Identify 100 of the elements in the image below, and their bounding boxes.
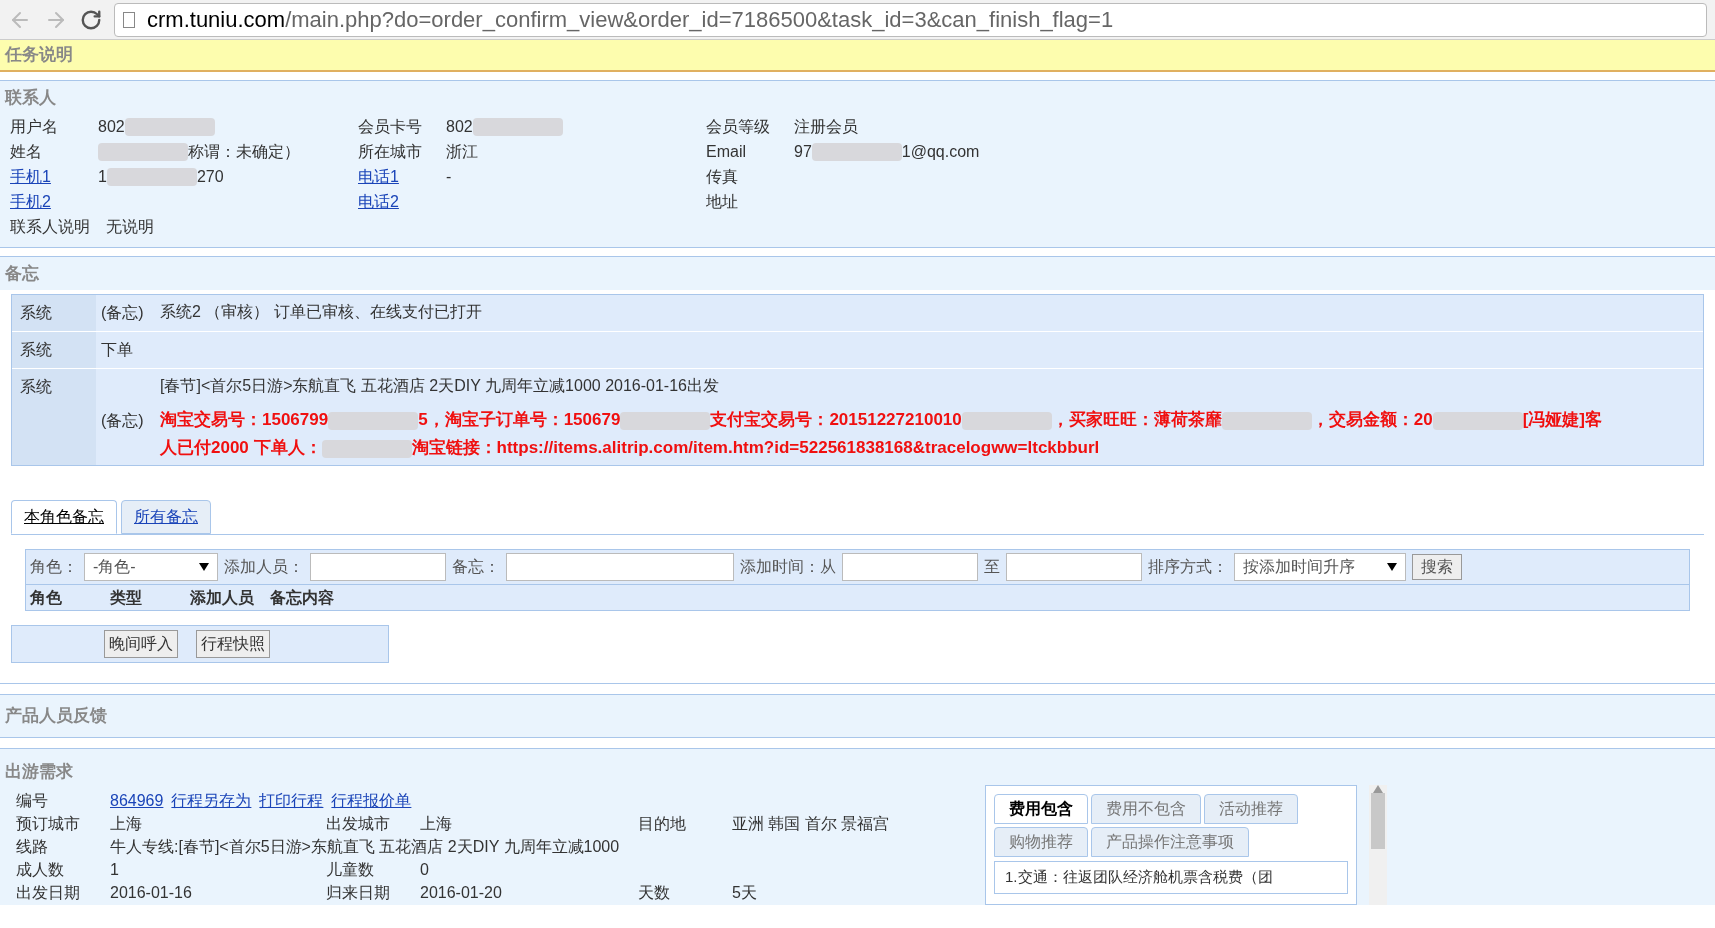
memo-tab[interactable]: 所有备忘	[121, 500, 211, 534]
field-label: 预订城市	[16, 813, 81, 834]
text: 浙江	[446, 142, 478, 162]
fee-tab[interactable]: 费用包含	[994, 794, 1088, 824]
url-host: crm.tuniu.com	[147, 6, 286, 34]
field-value: 5天	[732, 882, 757, 903]
field-label: 传真	[706, 167, 739, 187]
field-label: 联系人说明	[10, 216, 90, 237]
text: 1@qq.com	[901, 142, 980, 162]
field-label: 用户名	[10, 117, 59, 137]
section-title: 产品人员反馈	[4, 704, 108, 728]
field-link[interactable]: 手机1	[10, 165, 98, 189]
field-value: 上海	[110, 813, 142, 834]
section-title: 任务说明	[3, 43, 74, 67]
field-label: 至	[984, 557, 1000, 577]
text: [冯娅婕]客	[1522, 410, 1602, 429]
field-label: 添加时间：从	[740, 557, 836, 577]
text: 270	[196, 167, 224, 187]
text: 1	[98, 167, 107, 187]
section-title: 联系人	[3, 86, 57, 109]
page-icon	[123, 11, 135, 28]
action-button[interactable]: 行程快照	[196, 630, 270, 658]
column-header: 添加人员	[190, 587, 255, 608]
field-value: 2016-01-20	[420, 882, 502, 903]
memo-tag: (备忘)	[101, 304, 144, 321]
field-link[interactable]: 手机2	[10, 190, 98, 214]
field-label: 排序方式：	[1148, 557, 1228, 577]
fee-tab[interactable]: 费用不包含	[1091, 794, 1201, 824]
memo-author: 系统	[12, 332, 96, 368]
field-label: 会员卡号	[358, 117, 423, 137]
action-button[interactable]: 晚间呼入	[104, 630, 178, 658]
input-field[interactable]	[842, 553, 978, 581]
sort-select[interactable]: 按添加时间升序	[1234, 553, 1406, 581]
column-header: 角色	[30, 587, 63, 608]
field-label: 所在城市	[358, 142, 423, 162]
fee-tab[interactable]: 活动推荐	[1204, 794, 1298, 824]
text: 注册会员	[794, 117, 858, 137]
fee-text: 1.交通：往返团队经济舱机票含税费（团	[994, 861, 1348, 894]
text: 97	[794, 142, 812, 162]
memo-author: 系统	[12, 295, 96, 331]
fee-tab[interactable]: 产品操作注意事项	[1091, 827, 1249, 857]
section-title: 出游需求	[4, 760, 74, 783]
role-select[interactable]: -角色-	[84, 553, 218, 581]
field-label: 备忘：	[452, 557, 500, 577]
trip-link[interactable]: 打印行程	[259, 788, 324, 812]
input-field[interactable]	[506, 553, 734, 581]
text: 淘宝链接：https://items.alitrip.com/item.htm?id=522561838168&tracelogww=ltckbburl	[411, 438, 1100, 457]
field-label: 线路	[16, 836, 49, 857]
dropdown-icon	[199, 563, 209, 571]
field-link[interactable]: 电话2	[358, 190, 446, 214]
field-label: 出发城市	[326, 813, 391, 834]
memo-tab[interactable]: 本角色备忘	[11, 500, 117, 534]
address-bar[interactable]: crm.tuniu.com/main.php?do=order_confirm_view&order_id=7186500&task_id=3&can_finish_flag=1	[114, 2, 1707, 37]
search-button[interactable]: 搜索	[1412, 554, 1462, 580]
memo-author: 系统	[12, 369, 96, 465]
url-path: /main.php?do=order_confirm_view&order_id=7186500&task_id=3&can_finish_flag=1	[285, 6, 1114, 34]
field-label: 编号	[16, 790, 49, 811]
scrollbar[interactable]	[1369, 785, 1387, 905]
order-id-link[interactable]: 864969	[110, 788, 164, 812]
text: 淘宝交易号：1506799	[160, 410, 329, 429]
trip-link[interactable]: 行程另存为	[171, 788, 252, 812]
text: 802	[98, 117, 125, 137]
text: [春节]<首尔5日游>东航直飞 五花酒店 2天DIY 九周年立减1000 2016-01-16出发	[160, 377, 719, 394]
field-value: 1	[110, 859, 119, 880]
text: 802	[446, 117, 473, 137]
trip-link[interactable]: 行程报价单	[331, 788, 412, 812]
text: ，交易金额：20	[1311, 410, 1433, 429]
column-header: 备忘内容	[270, 587, 335, 608]
field-label: 出发日期	[16, 882, 81, 903]
field-value: 上海	[420, 813, 452, 834]
field-label: 添加人员：	[224, 557, 304, 577]
field-label: 会员等级	[706, 117, 771, 137]
field-value: 无说明	[106, 216, 154, 237]
section-title: 备忘	[4, 261, 40, 285]
input-field[interactable]	[310, 553, 446, 581]
field-label: 儿童数	[326, 859, 375, 880]
field-label: 归来日期	[326, 882, 391, 903]
field-value: 2016-01-16	[110, 882, 192, 903]
text: 系统2 （审核） 订单已审核、在线支付已打开	[160, 303, 482, 320]
field-label: 成人数	[16, 859, 65, 880]
field-value: 0	[420, 859, 429, 880]
text: -	[446, 167, 452, 187]
field-label: 角色：	[30, 557, 78, 577]
field-label: Email	[706, 142, 747, 162]
column-header: 类型	[110, 587, 143, 608]
fee-tab[interactable]: 购物推荐	[994, 827, 1088, 857]
memo-tag: (备忘)	[101, 412, 144, 429]
field-link[interactable]: 电话1	[358, 165, 446, 189]
dropdown-icon	[1387, 563, 1397, 571]
reload-icon[interactable]	[80, 8, 102, 31]
field-value: 亚洲 韩国 首尔 景福宫	[732, 813, 890, 834]
text: 5，淘宝子订单号：150679	[418, 410, 621, 429]
field-label: 地址	[706, 192, 739, 212]
text: 称谓：未确定）	[188, 142, 300, 162]
field-label: 目的地	[638, 813, 687, 834]
input-field[interactable]	[1006, 553, 1142, 581]
field-value: 牛人专线:[春节]<首尔5日游>东航直飞 五花酒店 2天DIY 九周年立减1000	[110, 836, 620, 857]
field-label: 天数	[638, 882, 671, 903]
memo-tag: 下单	[101, 341, 133, 358]
text: 支付宝交易号：20151227210010	[710, 410, 962, 429]
